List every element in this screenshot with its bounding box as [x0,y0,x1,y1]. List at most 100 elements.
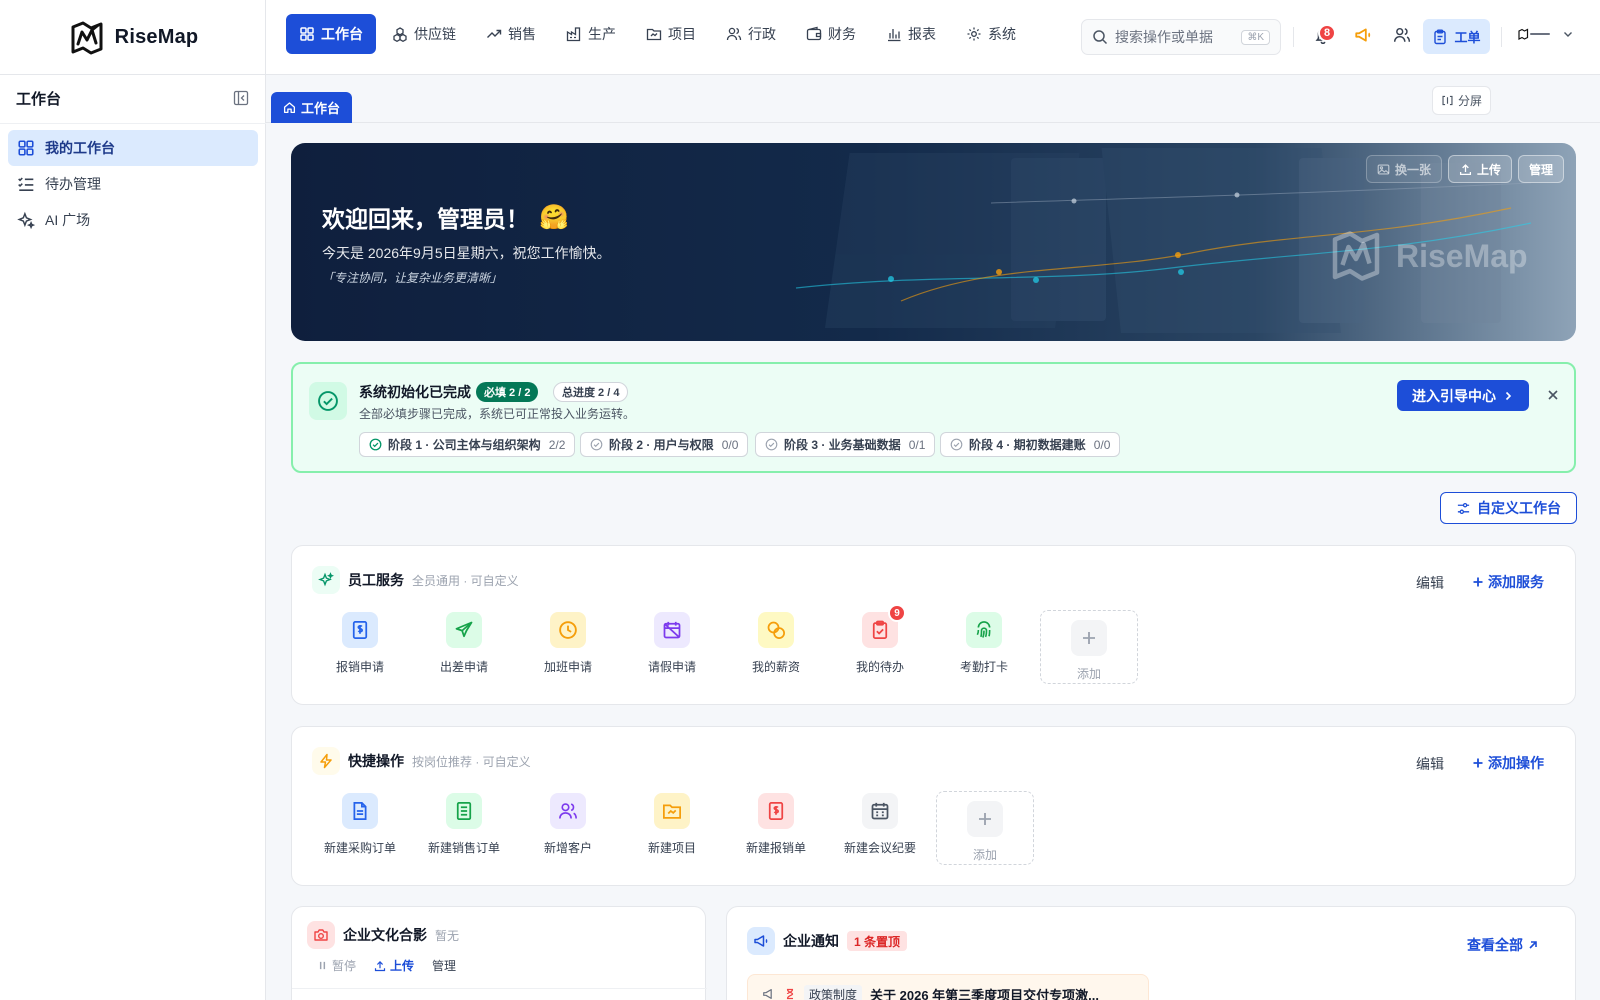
action-new-customer[interactable]: 新增客户 [520,793,616,865]
stage-count: 0/0 [1093,437,1111,452]
action-new-project[interactable]: 新建项目 [624,793,720,865]
grid-icon [18,140,34,156]
card-title: 企业文化合影 [343,927,427,943]
banner-manage-button[interactable]: 管理 [1517,155,1564,183]
stage-4[interactable]: 阶段 4 · 期初数据建账 0/0 [940,432,1121,457]
sidebar-item-label: 我的工作台 [45,140,115,156]
nav-sales[interactable]: 销售 [472,14,550,54]
sidebar-item-ai-plaza[interactable]: AI 广场 [8,202,258,238]
card-icon [747,927,775,955]
sidebar-item-todos[interactable]: 待办管理 [8,166,258,202]
tile-icon-box [862,793,898,829]
sidebar-item-my-workbench[interactable]: 我的工作台 [8,130,258,166]
brand-logo[interactable]: RiseMap [0,0,266,75]
banner-watermark: RiseMap [1326,226,1528,286]
workorder-button[interactable]: 工单 [1423,19,1490,54]
contacts-button[interactable] [1391,24,1413,46]
service-leave-request[interactable]: 请假申请 [624,612,720,684]
hug-emoji-icon: 🤗 [539,203,569,231]
stage-3[interactable]: 阶段 3 · 业务基础数据 0/1 [755,432,936,457]
service-my-salary[interactable]: 我的薪资 [728,612,824,684]
welcome-heading: 欢迎回来，管理员！ 🤗 [322,200,569,234]
tab-workbench[interactable]: 工作台 [271,92,352,123]
stage-count: 0/0 [721,437,739,452]
culture-manage-button[interactable]: 管理 [432,957,456,974]
plus-icon [1083,632,1095,644]
service-expense-claim[interactable]: 报销申请 [312,612,408,684]
todo-count-badge: 9 [888,604,906,622]
user-menu[interactable] [1518,28,1574,40]
nav-projects[interactable]: 项目 [632,14,710,54]
pause-button[interactable]: 暂停 [317,957,356,974]
tile-icon-box [342,793,378,829]
announcement-button[interactable] [1352,24,1374,46]
notification-badge: 8 [1318,24,1336,42]
view-all-notices-link[interactable]: 查看全部 [1467,935,1539,955]
nav-supply-chain[interactable]: 供应链 [378,14,470,54]
action-new-purchase-order[interactable]: 新建采购订单 [312,793,408,865]
nav-workbench[interactable]: 工作台 [286,14,376,54]
tile-icon-box [654,793,690,829]
plus-icon [1473,577,1483,587]
stage-1[interactable]: 阶段 1 · 公司主体与组织架构 2/2 [359,432,576,457]
tile-icon-box [342,612,378,648]
init-title: 系统初始化已完成 [359,384,471,400]
nav-label: 财务 [828,26,856,42]
risemap-logo-icon [1332,231,1380,281]
tile-label: 新建报销单 [745,841,806,855]
stage-label: 阶段 4 · 期初数据建账 [969,438,1086,452]
nav-system[interactable]: 系统 [952,14,1030,54]
nav-admin[interactable]: 行政 [712,14,790,54]
tile-icon-box [446,612,482,648]
sparkle-icon [17,211,35,229]
pinned-count-badge: 1 条置顶 [847,931,908,951]
action-new-expense[interactable]: 新建报销单 [728,793,824,865]
users-icon [559,803,577,819]
circle-check-outline-icon [765,438,778,451]
init-description: 全部必填步骤已完成，系统已可正常投入业务运转。 [359,407,636,421]
tile-icon-box [1071,620,1107,656]
add-label: 添加服务 [1488,574,1544,590]
service-travel-request[interactable]: 出差申请 [416,612,512,684]
action-new-meeting-minutes[interactable]: 新建会议纪要 [832,793,928,865]
add-action-tile[interactable]: 添加 [936,791,1034,865]
split-screen-button[interactable]: 分屏 [1432,86,1491,115]
action-new-sales-order[interactable]: 新建销售订单 [416,793,512,865]
add-service-button[interactable]: 添加服务 [1472,572,1544,592]
users-icon [726,27,742,41]
tile-icon-box [966,612,1002,648]
nav-label: 供应链 [414,26,456,42]
add-service-tile[interactable]: 添加 [1040,610,1138,684]
card-title: 员工服务 [348,572,404,588]
culture-upload-button[interactable]: 上传 [374,957,414,974]
service-my-todos[interactable]: 9 我的待办 [832,604,928,684]
close-init-panel-button[interactable] [1546,388,1560,402]
upload-icon [374,960,386,971]
pause-label: 暂停 [332,959,357,973]
edit-actions-button[interactable]: 编辑 [1416,754,1444,774]
split-icon [1442,95,1453,106]
calendar-icon [871,802,889,820]
guide-label: 进入引导中心 [1412,387,1496,404]
nav-reports[interactable]: 报表 [872,14,950,54]
switch-image-button[interactable]: 换一张 [1365,155,1442,183]
nav-finance[interactable]: 财务 [792,14,870,54]
stage-2[interactable]: 阶段 2 · 用户与权限 0/0 [580,432,749,457]
sidebar-collapse-button[interactable] [233,90,249,106]
edit-services-button[interactable]: 编辑 [1416,573,1444,593]
megaphone-icon [763,989,772,999]
service-attendance-clock-in[interactable]: 考勤打卡 [936,612,1032,684]
nav-production[interactable]: 生产 [552,14,630,54]
notice-category: 政策制度 [804,984,863,1000]
banner-upload-button[interactable]: 上传 [1447,155,1512,183]
customize-workbench-button[interactable]: 自定义工作台 [1440,492,1577,524]
service-overtime-request[interactable]: 加班申请 [520,612,616,684]
risemap-logo-icon [71,21,103,54]
enter-guide-center-button[interactable]: 进入引导中心 [1397,380,1529,411]
tile-label: 添加 [972,848,997,862]
notice-item[interactable]: 政策制度 关于 2026 年第三季度项目交付专项激... [747,974,1149,1000]
add-action-button[interactable]: 添加操作 [1472,753,1544,773]
nav-label: 项目 [668,26,696,42]
card-header: 快捷操作 按岗位推荐 · 可自定义 [312,747,531,775]
search-input[interactable]: 搜索操作或单据 ⌘K [1081,19,1281,55]
